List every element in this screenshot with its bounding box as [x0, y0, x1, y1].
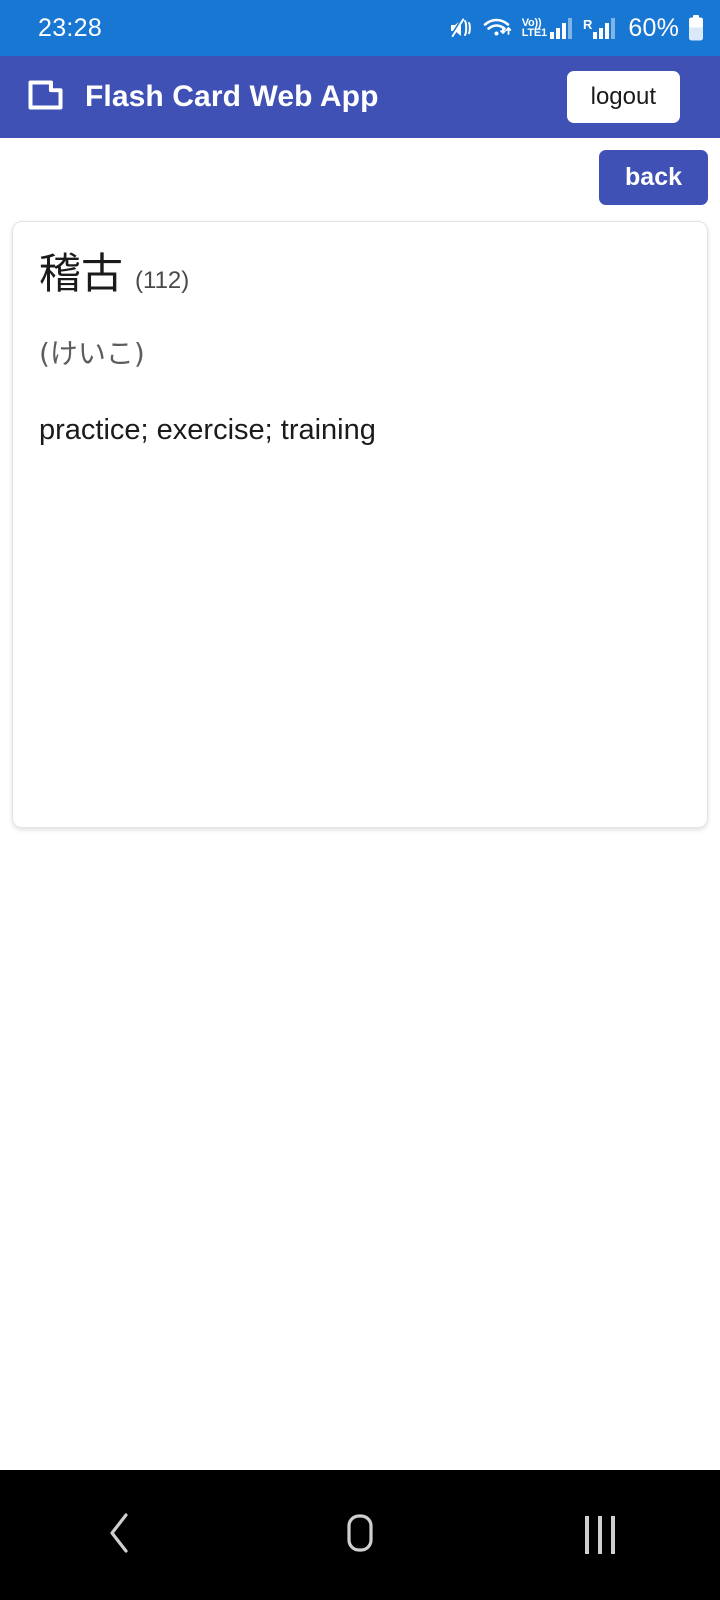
flash-card[interactable]: 稽古 (112) (けいこ) practice; exercise; train…: [12, 221, 708, 828]
flash-card-icon: [27, 78, 65, 117]
status-time: 23:28: [38, 13, 103, 42]
home-square-icon: [340, 1510, 380, 1561]
wifi-icon: [483, 16, 513, 40]
battery-icon: [688, 15, 704, 41]
main-content: back 稽古 (112) (けいこ) practice; exercise; …: [0, 138, 720, 1470]
card-meaning: practice; exercise; training: [39, 414, 376, 447]
signal-bars-1: [549, 18, 572, 39]
logout-button[interactable]: logout: [566, 71, 680, 123]
battery-percent-label: 60%: [628, 13, 679, 42]
card-count: (112): [135, 267, 190, 294]
app-title: Flash Card Web App: [85, 80, 379, 113]
signal-bars-2: [593, 18, 616, 39]
android-nav-bar: [0, 1470, 720, 1600]
back-button[interactable]: back: [599, 150, 708, 205]
status-bar: 23:28 Vo)) LTE1 R 60%: [0, 0, 720, 56]
app-bar: Flash Card Web App logout: [0, 56, 720, 138]
mute-vibrate-icon: [448, 16, 474, 40]
recents-bars-icon: [585, 1516, 615, 1554]
card-reading: (けいこ): [39, 337, 145, 371]
nav-recents-button[interactable]: [540, 1470, 660, 1600]
app-brand: Flash Card Web App: [27, 78, 379, 117]
volte-label: Vo)) LTE1: [521, 17, 547, 39]
roaming-signal-icon: R: [583, 17, 617, 39]
chevron-left-icon: [104, 1510, 136, 1561]
roaming-letter: R: [582, 17, 593, 32]
toolbar-row: back: [12, 138, 708, 221]
volte-signal-icon: Vo)) LTE1: [522, 17, 574, 39]
status-icons: Vo)) LTE1 R 60%: [448, 15, 704, 41]
card-term: 稽古: [39, 249, 124, 298]
card-term-row: 稽古 (112): [39, 249, 681, 298]
volte-bottom-label: LTE1: [521, 27, 547, 39]
nav-back-button[interactable]: [60, 1470, 180, 1600]
nav-home-button[interactable]: [300, 1470, 420, 1600]
phone-screen: 23:28 Vo)) LTE1 R 60% Flash Card Web App…: [0, 0, 720, 1600]
